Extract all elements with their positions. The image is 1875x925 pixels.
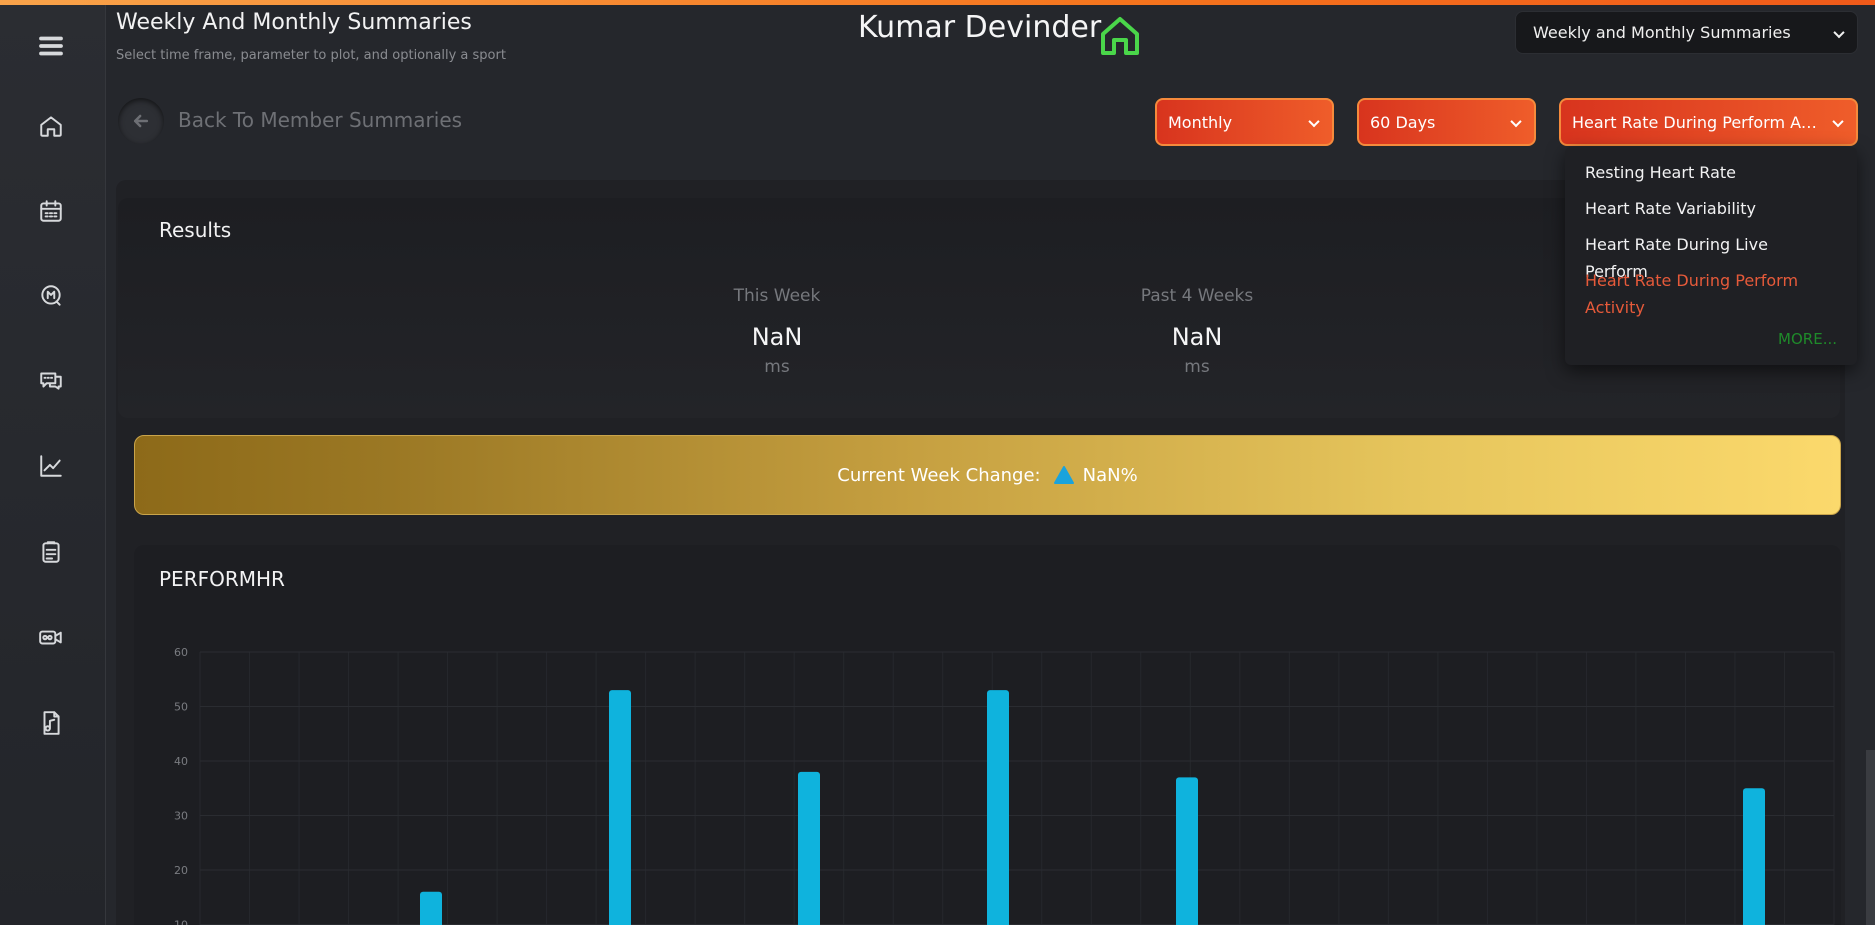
chart-bar bbox=[1176, 777, 1198, 925]
chevron-down-icon bbox=[1510, 115, 1522, 128]
y-tick-label: 60 bbox=[174, 646, 188, 659]
dropdown-more-link[interactable]: MORE... bbox=[1778, 330, 1837, 348]
range-select[interactable]: 60 Days bbox=[1357, 98, 1536, 146]
page-subtitle: Select time frame, parameter to plot, an… bbox=[116, 48, 506, 63]
timeframe-value: Monthly bbox=[1168, 112, 1233, 132]
chart-icon[interactable] bbox=[36, 451, 66, 481]
top-accent-bar bbox=[0, 0, 1875, 5]
range-value: 60 Days bbox=[1370, 112, 1436, 132]
stat-unit: ms bbox=[764, 357, 790, 377]
change-label: Current Week Change: bbox=[837, 464, 1041, 486]
chart-bar bbox=[420, 891, 442, 925]
clipboard-icon[interactable] bbox=[36, 537, 66, 567]
page-title: Weekly And Monthly Summaries bbox=[116, 10, 472, 35]
bar-chart: 10 20 30 40 50 60 bbox=[174, 646, 1835, 925]
parameter-dropdown-menu: Resting Heart Rate Heart Rate Variabilit… bbox=[1565, 147, 1857, 365]
triangle-up-icon bbox=[1053, 465, 1075, 485]
change-value: NaN% bbox=[1082, 464, 1138, 486]
chevron-down-icon bbox=[1832, 115, 1844, 128]
parameter-select[interactable]: Heart Rate During Perform Activity bbox=[1559, 98, 1858, 146]
parameter-value: Heart Rate During Perform Activity bbox=[1572, 112, 1822, 132]
sidebar bbox=[0, 5, 106, 925]
view-select[interactable]: Weekly and Monthly Summaries bbox=[1515, 11, 1858, 54]
stat-label: This Week bbox=[733, 286, 821, 306]
chart-bar bbox=[798, 771, 820, 925]
member-home-icon[interactable] bbox=[1098, 14, 1142, 58]
stat-value: NaN bbox=[1171, 323, 1223, 351]
y-tick-label: 30 bbox=[174, 810, 188, 823]
chart-title: PERFORMHR bbox=[159, 567, 285, 591]
calendar-icon[interactable] bbox=[36, 196, 66, 226]
dropdown-item[interactable]: Heart Rate Variability bbox=[1585, 195, 1835, 222]
stat-this-week: This Week NaN ms bbox=[667, 286, 887, 377]
chart-bar bbox=[987, 690, 1009, 925]
results-title: Results bbox=[159, 218, 232, 242]
y-tick-label: 40 bbox=[174, 755, 188, 768]
dropdown-item[interactable]: Resting Heart Rate bbox=[1585, 159, 1835, 186]
stat-value: NaN bbox=[751, 323, 803, 351]
dropdown-item-selected[interactable]: Heart Rate During Perform Activity bbox=[1585, 267, 1835, 321]
stat-label: Past 4 Weeks bbox=[1140, 286, 1254, 306]
video-icon[interactable] bbox=[36, 622, 66, 652]
messages-icon[interactable] bbox=[36, 281, 66, 311]
home-icon[interactable] bbox=[36, 111, 66, 141]
y-tick-label: 20 bbox=[174, 864, 188, 877]
chart-bar bbox=[609, 690, 631, 925]
y-tick-label: 10 bbox=[174, 919, 188, 925]
chart-bar bbox=[1743, 788, 1765, 925]
member-name: Kumar Devinder bbox=[858, 10, 1102, 45]
timeframe-select[interactable]: Monthly bbox=[1155, 98, 1334, 146]
current-week-change-banner: Current Week Change: NaN% bbox=[134, 435, 1841, 515]
chat-icon[interactable] bbox=[36, 365, 66, 395]
music-file-icon[interactable] bbox=[36, 708, 66, 738]
stat-past-4-weeks: Past 4 Weeks NaN ms bbox=[1087, 286, 1307, 377]
back-button[interactable] bbox=[118, 98, 164, 144]
back-label[interactable]: Back To Member Summaries bbox=[178, 108, 462, 132]
view-select-value: Weekly and Monthly Summaries bbox=[1533, 23, 1791, 42]
arrow-left-icon bbox=[133, 114, 149, 128]
chevron-down-icon bbox=[1308, 115, 1320, 128]
y-tick-label: 50 bbox=[174, 701, 188, 714]
menu-icon[interactable] bbox=[36, 31, 66, 61]
scrollbar-thumb[interactable] bbox=[1866, 750, 1875, 925]
stat-unit: ms bbox=[1184, 357, 1210, 377]
chevron-down-icon bbox=[1833, 26, 1845, 38]
